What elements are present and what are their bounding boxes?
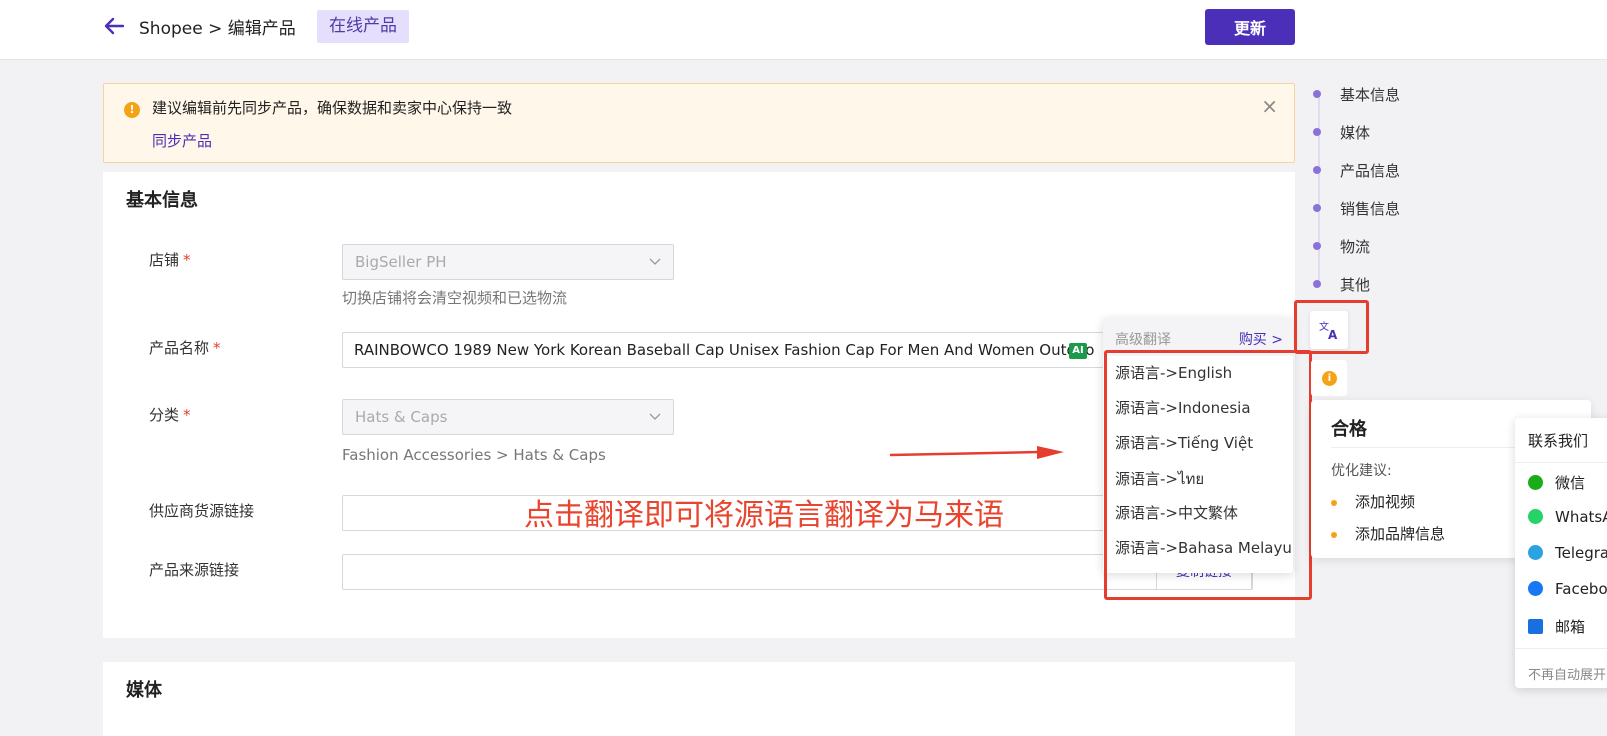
suggestion-item[interactable]: 添加品牌信息 bbox=[1331, 523, 1445, 544]
nav-label: 其他 bbox=[1340, 276, 1371, 294]
contact-panel: 联系我们 微信 WhatsApp Telegram Facebook 邮箱 不再… bbox=[1515, 418, 1607, 688]
ai-badge[interactable]: AI bbox=[1069, 343, 1087, 359]
chevron-down-icon bbox=[649, 413, 661, 420]
category-path: Fashion Accessories > Hats & Caps bbox=[342, 446, 606, 464]
highlight-box-translate bbox=[1294, 300, 1369, 354]
nav-label: 销售信息 bbox=[1340, 200, 1401, 218]
annotation-text: 点击翻译即可将源语言翻译为马来语 bbox=[524, 498, 1004, 533]
breadcrumb: Shopee > 编辑产品 bbox=[139, 19, 296, 39]
nav-dot bbox=[1313, 242, 1321, 250]
divider bbox=[1515, 648, 1607, 649]
contact-wechat[interactable]: 微信 bbox=[1528, 472, 1585, 493]
nav-dot bbox=[1313, 90, 1321, 98]
contact-facebook[interactable]: Facebook bbox=[1528, 580, 1607, 598]
sync-alert: ! 建议编辑前先同步产品，确保数据和卖家中心保持一致 同步产品 × bbox=[103, 83, 1295, 163]
score-title: 合格 bbox=[1331, 419, 1367, 440]
nav-label: 产品信息 bbox=[1340, 162, 1401, 180]
product-name-label: 产品名称 * bbox=[149, 339, 221, 357]
status-badge: 在线产品 bbox=[317, 10, 409, 43]
whatsapp-icon bbox=[1528, 509, 1543, 524]
nav-dot bbox=[1313, 166, 1321, 174]
advanced-translate-label: 高级翻译 bbox=[1115, 332, 1171, 348]
section-title-media: 媒体 bbox=[126, 680, 162, 701]
info-button[interactable]: i bbox=[1311, 360, 1347, 396]
shop-hint: 切换店铺将会清空视频和已选物流 bbox=[342, 289, 568, 307]
nav-label: 基本信息 bbox=[1340, 86, 1401, 104]
contact-whatsapp[interactable]: WhatsApp bbox=[1528, 508, 1607, 526]
back-arrow-icon[interactable] bbox=[103, 15, 125, 37]
shop-select[interactable]: BigSeller PH bbox=[342, 244, 674, 280]
bullet-icon bbox=[1331, 531, 1337, 538]
product-name-input[interactable]: RAINBOWCO 1989 New York Korean Baseball … bbox=[342, 332, 1122, 368]
section-title-basic: 基本信息 bbox=[126, 190, 198, 211]
mail-icon bbox=[1528, 619, 1543, 634]
category-select[interactable]: Hats & Caps bbox=[342, 399, 674, 435]
alert-message: 建议编辑前先同步产品，确保数据和卖家中心保持一致 bbox=[152, 99, 513, 117]
product-name-value: RAINBOWCO 1989 New York Korean Baseball … bbox=[354, 341, 1095, 359]
nav-dot bbox=[1313, 204, 1321, 212]
warning-icon: ! bbox=[124, 102, 140, 118]
arrow-annotation-icon bbox=[890, 446, 1064, 459]
nav-label: 物流 bbox=[1340, 238, 1371, 256]
bullet-icon bbox=[1331, 499, 1337, 506]
no-auto-expand-toggle[interactable]: 不再自动展开 bbox=[1528, 664, 1606, 683]
contact-email[interactable]: 邮箱 bbox=[1528, 616, 1585, 637]
score-subtitle: 优化建议: bbox=[1331, 463, 1392, 479]
shop-label: 店铺 * bbox=[149, 251, 191, 269]
nav-line bbox=[1318, 94, 1320, 286]
supplier-link-label: 供应商货源链接 bbox=[149, 502, 255, 520]
wechat-icon bbox=[1528, 475, 1543, 490]
update-button[interactable]: 更新 bbox=[1205, 9, 1295, 45]
sync-product-link[interactable]: 同步产品 bbox=[152, 130, 212, 151]
source-link-label: 产品来源链接 bbox=[149, 561, 240, 579]
contact-telegram[interactable]: Telegram bbox=[1528, 544, 1607, 562]
category-select-value: Hats & Caps bbox=[355, 408, 448, 426]
facebook-icon bbox=[1528, 581, 1543, 596]
nav-dot bbox=[1313, 128, 1321, 136]
nav-dot bbox=[1313, 280, 1321, 288]
divider bbox=[1515, 462, 1607, 463]
buy-link[interactable]: 购买 > bbox=[1239, 329, 1283, 349]
suggestion-item[interactable]: 添加视频 bbox=[1331, 491, 1415, 512]
category-label: 分类 * bbox=[149, 406, 191, 424]
chevron-down-icon bbox=[649, 258, 661, 265]
shop-select-value: BigSeller PH bbox=[355, 253, 447, 271]
telegram-icon bbox=[1528, 545, 1543, 560]
close-icon[interactable]: × bbox=[1261, 94, 1278, 118]
highlight-box-options bbox=[1104, 350, 1312, 600]
info-icon: i bbox=[1322, 371, 1337, 386]
top-bar: Shopee > 编辑产品 在线产品 更新 bbox=[0, 0, 1607, 60]
contact-title: 联系我们 bbox=[1528, 432, 1589, 450]
media-section: 媒体 bbox=[103, 662, 1295, 736]
nav-label: 媒体 bbox=[1340, 124, 1371, 142]
